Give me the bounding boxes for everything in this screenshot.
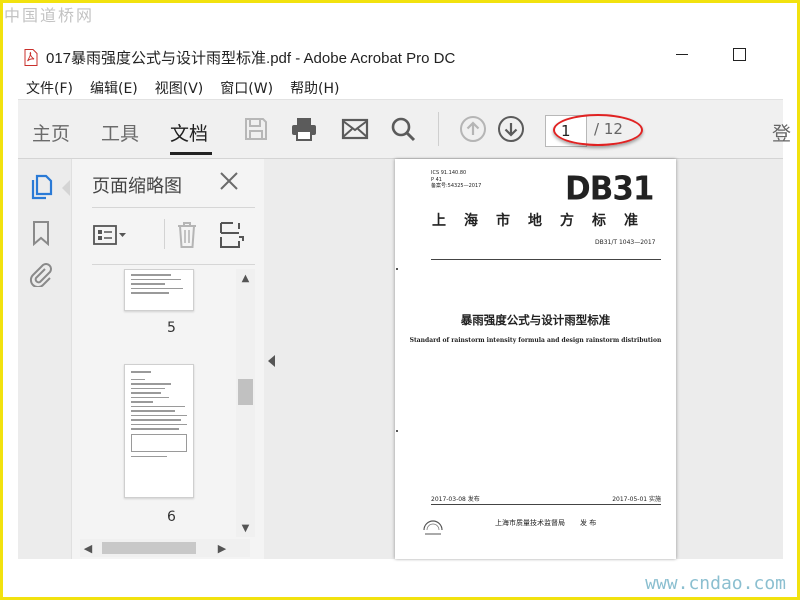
watermark-bottom: www.cndao.com (645, 573, 786, 594)
thumbnail-page-number: 5 (167, 320, 176, 336)
active-tab-indicator (170, 152, 212, 155)
header-rule (431, 259, 661, 260)
thumbnail-page-6[interactable] (124, 364, 194, 498)
tab-tools[interactable]: 工具 (101, 119, 139, 146)
tab-home[interactable]: 主页 (32, 119, 70, 146)
toolbar: 主页 工具 文档 1 / 12 登 (18, 99, 791, 159)
navigation-rail (18, 159, 64, 559)
issuer: 上海市质量技术监督局 (495, 519, 565, 527)
next-page-icon[interactable] (496, 114, 526, 144)
page-thumbnails-panel: 页面缩略图 5 6 ▲ ▼ ◀ ▶ (71, 159, 264, 559)
menu-edit[interactable]: 编辑(E) (90, 78, 138, 98)
issue-date: 2017-03-08 发布 (431, 496, 480, 503)
delete-icon[interactable] (169, 221, 205, 249)
thumbnail-options-icon[interactable] (92, 221, 128, 249)
thumbnail-page-number: 6 (167, 509, 176, 525)
panel-toolbar (92, 217, 255, 251)
collapse-panel-icon[interactable] (268, 355, 275, 367)
issuing-organization: 上海市地方标准 (432, 213, 656, 229)
margin-mark (396, 268, 398, 270)
close-icon[interactable] (217, 169, 241, 193)
panel-divider-2 (92, 264, 255, 265)
document-meta: ICS 91.140.80 P 41 备案号:54325—2017 (431, 170, 482, 189)
watermark-top: 中国道桥网 (4, 6, 95, 25)
search-icon[interactable] (388, 114, 418, 144)
previous-page-icon[interactable] (458, 114, 488, 144)
menu-help[interactable]: 帮助(H) (290, 78, 339, 98)
effective-date: 2017-05-01 实施 (612, 496, 661, 503)
menu-window[interactable]: 窗口(W) (220, 78, 273, 98)
title-bar: 017暴雨强度公式与设计雨型标准.pdf - Adobe Acrobat Pro… (24, 46, 455, 68)
sign-in-text[interactable]: 登 (772, 119, 791, 146)
issue-action: 发 布 (580, 519, 597, 527)
scroll-thumb[interactable] (238, 379, 253, 405)
scroll-down-icon[interactable]: ▼ (236, 519, 255, 537)
annotation-ellipse (553, 114, 643, 146)
panel-toolbar-separator (164, 219, 165, 249)
pdf-file-icon (24, 48, 38, 66)
panel-title: 页面缩略图 (92, 176, 182, 197)
menu-bar: 文件(F) 编辑(E) 视图(V) 窗口(W) 帮助(H) (26, 78, 340, 98)
thumbnail-page-5[interactable] (124, 269, 194, 311)
menu-view[interactable]: 视图(V) (155, 78, 204, 98)
attachments-icon[interactable] (28, 262, 54, 288)
footer-rule (431, 504, 661, 505)
save-icon[interactable] (241, 114, 271, 144)
document-dates: 2017-03-08 发布 2017-05-01 实施 (431, 494, 661, 503)
standard-logo: DB31 (565, 170, 655, 208)
document-english-title: Standard of rainstorm intensity formula … (409, 337, 662, 344)
toolbar-separator (438, 112, 439, 146)
seal-icon (423, 520, 443, 535)
extract-icon[interactable] (214, 221, 250, 249)
bookmarks-icon[interactable] (28, 220, 54, 246)
menu-file[interactable]: 文件(F) (26, 78, 73, 98)
thumbnail-vertical-scrollbar[interactable]: ▲ ▼ (236, 269, 255, 537)
print-icon[interactable] (289, 114, 319, 144)
document-title: 暴雨强度公式与设计雨型标准 (460, 313, 611, 327)
pdf-page[interactable]: ICS 91.140.80 P 41 备案号:54325—2017 DB31 上… (395, 159, 676, 559)
horizontal-scroll-thumb[interactable] (102, 542, 196, 554)
page-thumbnails-icon[interactable] (28, 174, 54, 200)
scroll-up-icon[interactable]: ▲ (236, 269, 255, 287)
panel-divider (92, 207, 255, 208)
scroll-right-icon[interactable]: ▶ (214, 539, 230, 557)
standard-number: DB31/T 1043—2017 (595, 239, 656, 246)
minimize-button[interactable] (672, 44, 692, 64)
maximize-button[interactable] (729, 44, 749, 64)
email-icon[interactable] (340, 114, 370, 144)
scroll-left-icon[interactable]: ◀ (80, 539, 96, 557)
margin-mark (396, 430, 398, 432)
panel-pointer (62, 180, 70, 196)
window-title: 017暴雨强度公式与设计雨型标准.pdf - Adobe Acrobat Pro… (46, 49, 456, 67)
thumbnail-horizontal-scrollbar[interactable]: ◀ ▶ (80, 539, 250, 557)
tab-document[interactable]: 文档 (170, 119, 208, 146)
